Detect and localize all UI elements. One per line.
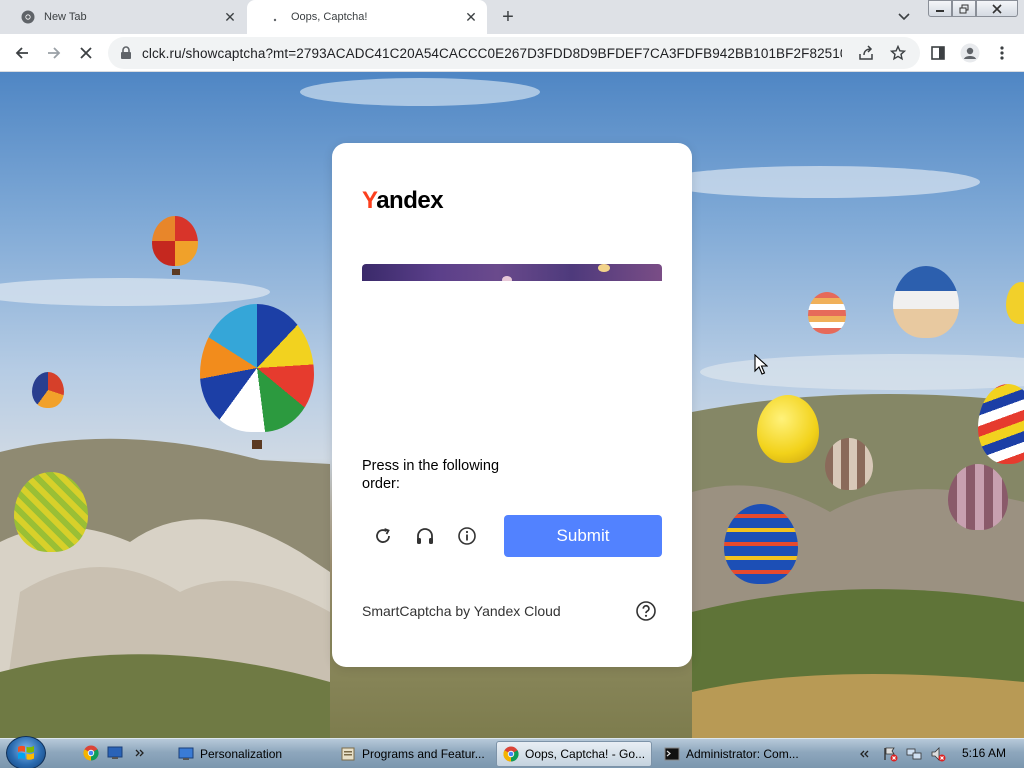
back-button[interactable] (8, 39, 36, 67)
windows-taskbar: Personalization Programs and Featur... O… (0, 736, 1024, 768)
taskbar-item-label: Administrator: Com... (686, 747, 799, 761)
info-icon (458, 527, 476, 545)
side-panel-icon (931, 46, 945, 60)
address-bar[interactable]: clck.ru/showcaptcha?mt=2793ACADC41C20A54… (108, 37, 920, 69)
captcha-footer: SmartCaptcha by Yandex Cloud (362, 603, 561, 619)
taskbar-item-chrome[interactable]: Oops, Captcha! - Go... (496, 741, 652, 767)
mouse-cursor-icon (754, 354, 768, 375)
system-clock[interactable]: 5:16 AM (962, 746, 1006, 760)
tab-title: New Tab (44, 11, 87, 23)
start-button[interactable] (6, 736, 46, 768)
chrome-icon (20, 9, 36, 25)
share-icon[interactable] (856, 43, 876, 63)
refresh-button[interactable] (370, 523, 396, 549)
quicklaunch-overflow-icon[interactable] (134, 744, 146, 762)
tab-title: Oops, Captcha! (291, 11, 368, 23)
taskbar-item-label: Programs and Featur... (362, 747, 485, 761)
side-panel-button[interactable] (924, 39, 952, 67)
browser-toolbar: clck.ru/showcaptcha?mt=2793ACADC41C20A54… (0, 34, 1024, 72)
balloon-mauve (948, 464, 1008, 530)
personalization-icon (178, 746, 194, 762)
chrome-quicklaunch-icon[interactable] (82, 744, 100, 762)
loading-favicon-icon (267, 9, 283, 25)
taskbar-item-cmd[interactable]: Administrator: Com... (658, 741, 816, 767)
balloon-basket (172, 269, 180, 275)
menu-button[interactable] (988, 39, 1016, 67)
captcha-card: Yandex Press in the following order: Sub… (332, 143, 692, 667)
audio-captcha-button[interactable] (412, 523, 438, 549)
tab-captcha[interactable]: Oops, Captcha! ✕ (247, 0, 487, 34)
submit-button[interactable]: Submit (504, 515, 662, 557)
close-tab-icon[interactable]: ✕ (218, 5, 242, 29)
profile-button[interactable] (956, 39, 984, 67)
balloon-blue-white (893, 266, 959, 338)
taskbar-item-personalization[interactable]: Personalization (172, 741, 332, 767)
refresh-icon (376, 528, 390, 543)
kebab-menu-icon (1000, 46, 1004, 60)
show-desktop-icon[interactable] (106, 744, 124, 762)
taskbar-item-label: Oops, Captcha! - Go... (525, 747, 646, 761)
minimize-button[interactable] (928, 0, 952, 17)
url-text: clck.ru/showcaptcha?mt=2793ACADC41C20A54… (142, 45, 842, 61)
balloon-basket (252, 440, 262, 449)
taskbar-item-label: Personalization (200, 747, 283, 761)
help-button[interactable] (634, 599, 658, 623)
restore-button[interactable] (952, 0, 976, 17)
balloon-red (152, 216, 198, 266)
balloon-blue-red (724, 504, 798, 584)
yandex-logo: Yandex (362, 187, 444, 215)
tab-strip: New Tab ✕ Oops, Captcha! ✕ + (0, 0, 1024, 34)
close-tab-icon[interactable]: ✕ (459, 5, 483, 29)
close-window-button[interactable] (976, 0, 1018, 17)
programs-icon (340, 746, 356, 762)
network-icon[interactable] (906, 746, 922, 762)
taskbar-item-programs[interactable]: Programs and Featur... (334, 741, 494, 767)
captcha-image[interactable] (362, 264, 662, 281)
balloon-yellow-green (14, 472, 88, 552)
page-viewport: Yandex Press in the following order: Sub… (0, 72, 1024, 738)
info-button[interactable] (454, 523, 480, 549)
stop-loading-button[interactable] (72, 39, 100, 67)
profile-avatar-icon (960, 43, 980, 63)
lock-icon (118, 45, 134, 61)
forward-button[interactable] (40, 39, 68, 67)
windows-logo-icon (18, 745, 34, 760)
balloon-multicolor (200, 304, 314, 432)
logo-letter: Y (362, 187, 377, 214)
tab-new-tab[interactable]: New Tab ✕ (0, 0, 246, 34)
captcha-instruction: Press in the following order: (362, 458, 500, 492)
back-arrow-icon (15, 47, 28, 59)
balloon-yellow (757, 395, 819, 463)
chrome-icon (503, 746, 519, 762)
tab-search-chevron-icon[interactable] (893, 8, 915, 26)
balloon-striped (808, 292, 846, 334)
close-icon (80, 47, 92, 59)
question-mark-icon (636, 601, 656, 621)
command-prompt-icon (664, 746, 680, 762)
balloon-brown (825, 438, 873, 490)
volume-muted-icon[interactable] (930, 746, 946, 762)
tray-overflow-icon[interactable] (860, 746, 870, 762)
balloon-small (32, 372, 64, 408)
action-center-flag-icon[interactable] (882, 746, 898, 762)
new-tab-button[interactable]: + (496, 5, 520, 29)
bookmark-star-icon[interactable] (888, 43, 908, 63)
logo-text: andex (376, 187, 444, 214)
forward-arrow-icon (48, 47, 61, 59)
headphones-icon (417, 528, 433, 544)
